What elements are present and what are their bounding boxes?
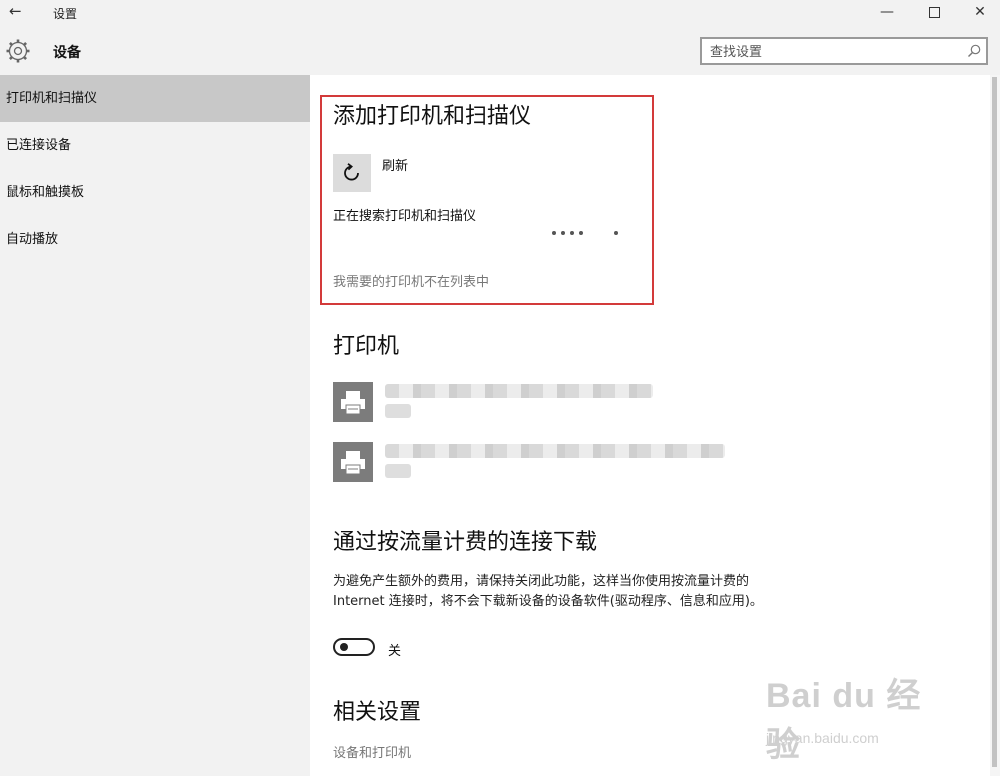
scrollbar[interactable] (990, 75, 1000, 776)
printer-list-item[interactable] (333, 442, 733, 482)
title-bar: ← 设置 — ✕ (0, 0, 1000, 26)
progress-dot (561, 231, 565, 235)
watermark-url: jingyan.baidu.com (766, 730, 879, 746)
printer-icon (341, 451, 365, 475)
sidebar-item-connected-devices[interactable]: 已连接设备 (0, 122, 310, 169)
searching-progress-dots (552, 231, 622, 237)
add-printers-heading: 添加打印机和扫描仪 (333, 104, 532, 129)
search-box[interactable] (700, 37, 988, 65)
printer-tile (333, 382, 373, 422)
refresh-icon (344, 163, 359, 181)
printer-status-blurred (385, 464, 411, 478)
printer-name-blurred (385, 384, 653, 398)
baidu-watermark: Bai du 经验 jingyan.baidu.com (766, 668, 956, 764)
refresh-label[interactable]: 刷新 (382, 155, 408, 174)
toggle-state-label: 关 (388, 644, 402, 659)
progress-dot (614, 231, 618, 235)
sidebar-item-printers-scanners[interactable]: 打印机和扫描仪 (0, 75, 310, 122)
search-icon[interactable] (966, 43, 982, 59)
window-title: 设置 (53, 7, 78, 21)
maximize-button[interactable] (911, 0, 957, 26)
progress-dot (552, 231, 556, 235)
related-settings-heading: 相关设置 (333, 700, 422, 725)
back-button[interactable]: ← (9, 2, 22, 20)
printer-status-blurred (385, 404, 411, 418)
gear-icon (6, 39, 30, 63)
progress-dot (579, 231, 583, 235)
sidebar: 打印机和扫描仪 已连接设备 鼠标和触摸板 自动播放 (0, 75, 310, 776)
sidebar-item-autoplay[interactable]: 自动播放 (0, 216, 310, 263)
toggle-knob (340, 643, 348, 651)
watermark-logo-text: Bai du 经验 (766, 677, 922, 764)
refresh-button[interactable] (333, 154, 371, 192)
progress-dot (570, 231, 574, 235)
searching-status-text: 正在搜索打印机和扫描仪 (333, 209, 477, 224)
page-header: 设备 (0, 26, 1000, 75)
metered-download-description: 为避免产生额外的费用，请保持关闭此功能，这样当你使用按流量计费的 Interne… (333, 574, 763, 609)
printer-icon (341, 391, 365, 415)
printer-name-blurred (385, 444, 725, 458)
maximize-icon (928, 6, 940, 18)
scrollbar-thumb[interactable] (992, 77, 997, 767)
minimize-button[interactable]: — (864, 0, 910, 26)
search-input[interactable] (710, 43, 955, 61)
sidebar-item-mouse-touchpad[interactable]: 鼠标和触摸板 (0, 169, 310, 216)
metered-download-heading: 通过按流量计费的连接下载 (333, 530, 598, 555)
page-title: 设备 (53, 45, 81, 61)
devices-and-printers-link[interactable]: 设备和打印机 (333, 742, 411, 761)
printer-tile (333, 442, 373, 482)
close-button[interactable]: ✕ (957, 0, 1000, 26)
printer-not-listed-link[interactable]: 我需要的打印机不在列表中 (333, 271, 489, 290)
printer-list-item[interactable] (333, 382, 733, 422)
metered-download-toggle[interactable] (333, 638, 375, 656)
printers-heading: 打印机 (333, 334, 400, 359)
